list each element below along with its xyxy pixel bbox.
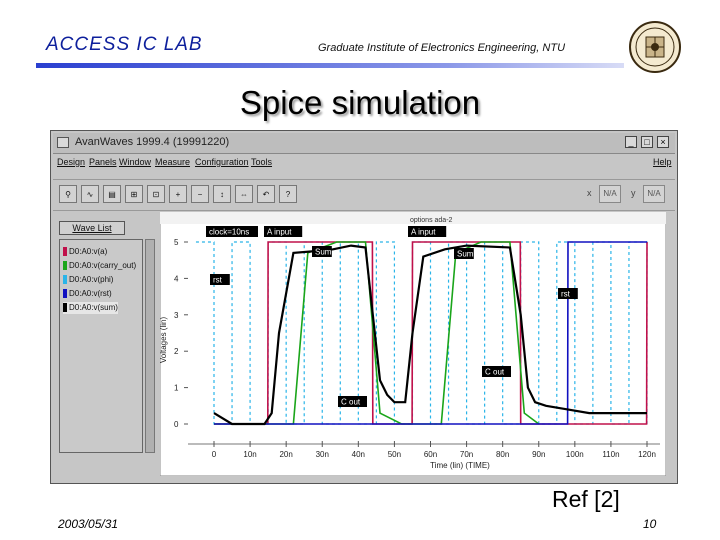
close-button[interactable]: ×: [657, 136, 669, 148]
y-tick-label: 0: [174, 420, 179, 429]
minimize-button[interactable]: _: [625, 136, 637, 148]
annotation-label: C out: [485, 368, 505, 377]
annotation-label: Sum: [457, 250, 474, 259]
y-readout-value: N/A: [643, 185, 665, 203]
plot-heading: options ada-2: [410, 217, 453, 224]
wave-list-scrollbar[interactable]: [145, 239, 155, 453]
tool-zoom-fit-icon[interactable]: ⊞: [125, 185, 143, 203]
wave-list-panel: Wave List D0:A0:v(a) D0:A0:v(carry_out) …: [59, 221, 155, 455]
menu-panels[interactable]: Panels: [89, 157, 117, 167]
menu-help[interactable]: Help: [653, 157, 672, 167]
window-menu-icon[interactable]: [57, 137, 69, 148]
toolbar: ⚲ ∿ ▤ ⊞ ⊡ + − ↕ ⇔ ↶ ? x N/A y N/A: [53, 179, 675, 211]
x-tick-label: 40n: [352, 450, 365, 459]
tool-print-icon[interactable]: ▤: [103, 185, 121, 203]
x-readout-label: x: [587, 188, 592, 198]
menu-measure[interactable]: Measure: [155, 157, 190, 167]
annotation-label: C out: [341, 398, 361, 407]
waveform-plot: options ada-2 Voltages (lin) Time (lin) …: [160, 212, 666, 476]
annotation-label: rst: [561, 290, 571, 299]
x-tick-label: 120n: [638, 450, 656, 459]
x-tick-label: 70n: [460, 450, 473, 459]
menu-bar: Design Panels Window Measure Configurati…: [53, 155, 675, 171]
wave-color-swatch: [63, 289, 67, 299]
x-tick-label: 80n: [496, 450, 509, 459]
tool-zoom-in-y-icon[interactable]: ↕: [213, 185, 231, 203]
slide-date: 2003/05/31: [58, 517, 119, 531]
x-tick-label: 100n: [566, 450, 584, 459]
page-number: 10: [643, 517, 657, 531]
y-tick-label: 4: [174, 274, 179, 283]
wave-color-swatch: [63, 247, 67, 257]
annotation-label: clock=10ns: [209, 228, 249, 237]
x-tick-label: 10n: [243, 450, 256, 459]
x-tick-label: 20n: [279, 450, 292, 459]
tool-wave-icon[interactable]: ∿: [81, 185, 99, 203]
wave-list-item[interactable]: D0:A0:v(a): [63, 246, 107, 258]
x-tick-label: 50n: [388, 450, 401, 459]
wave-list-item[interactable]: D0:A0:v(phi): [63, 274, 113, 286]
tool-zoom-box-icon[interactable]: ⊡: [147, 185, 165, 203]
y-tick-label: 1: [174, 384, 179, 393]
annotation-label: A input: [411, 228, 436, 237]
annotation-label: Sum: [315, 248, 332, 257]
wave-list: D0:A0:v(a) D0:A0:v(carry_out) D0:A0:v(ph…: [59, 239, 143, 453]
menu-window[interactable]: Window: [119, 157, 151, 167]
x-axis-label: Time (lin) (TIME): [430, 461, 490, 470]
wave-list-item[interactable]: D0:A0:v(sum): [63, 302, 118, 314]
tool-undo-zoom-icon[interactable]: ↶: [257, 185, 275, 203]
menu-configuration[interactable]: Configuration: [195, 157, 249, 167]
x-tick-label: 90n: [532, 450, 545, 459]
tool-hierarchy-icon[interactable]: ⚲: [59, 185, 77, 203]
x-readout-value: N/A: [599, 185, 621, 203]
wave-list-item[interactable]: D0:A0:v(carry_out): [63, 260, 136, 272]
wave-color-swatch: [63, 303, 67, 313]
header-divider: [36, 63, 624, 68]
wave-color-swatch: [63, 261, 67, 271]
y-readout-label: y: [631, 188, 636, 198]
y-tick-label: 3: [174, 311, 179, 320]
university-seal-icon: [629, 21, 681, 73]
window-titlebar[interactable]: AvanWaves 1999.4 (19991220) _ □ ×: [53, 133, 675, 154]
wave-list-item[interactable]: D0:A0:v(rst): [63, 288, 112, 300]
menu-tools[interactable]: Tools: [251, 157, 272, 167]
x-tick-label: 110n: [602, 450, 619, 459]
y-tick-label: 2: [174, 347, 179, 356]
window-title: AvanWaves 1999.4 (19991220): [75, 136, 230, 148]
x-tick-label: 30n: [316, 450, 329, 459]
wave-color-swatch: [63, 275, 67, 285]
lab-name: ACCESS IC LAB: [46, 34, 203, 55]
x-tick-label: 60n: [424, 450, 437, 459]
menu-design[interactable]: Design: [57, 157, 85, 167]
slide-title: Spice simulation: [239, 84, 481, 121]
tool-pan-icon[interactable]: ⇔: [235, 185, 253, 203]
institute-name: Graduate Institute of Electronics Engine…: [318, 42, 566, 54]
x-tick-label: 0: [212, 450, 217, 459]
tool-zoom-in-x-icon[interactable]: +: [169, 185, 187, 203]
tool-zoom-out-x-icon[interactable]: −: [191, 185, 209, 203]
y-axis-label: Voltages (lin): [160, 317, 168, 364]
maximize-button[interactable]: □: [641, 136, 653, 148]
annotation-label: A input: [267, 228, 292, 237]
annotation-label: rst: [213, 276, 223, 285]
wave-list-button[interactable]: Wave List: [59, 221, 125, 235]
reference-note: Ref [2]: [552, 486, 620, 512]
y-tick-label: 5: [174, 238, 179, 247]
tool-measure-icon[interactable]: ?: [279, 185, 297, 203]
